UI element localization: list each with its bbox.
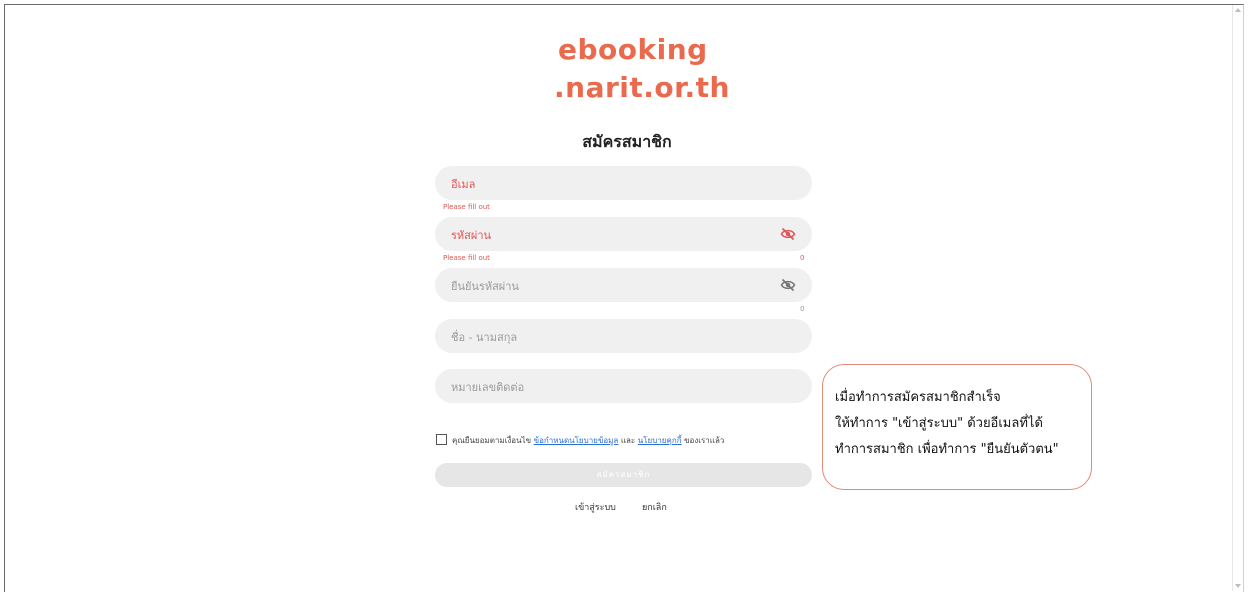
callout-line-2: ให้ทำการ "เข้าสู่ระบบ" ด้วยอีเมลที่ได้ xyxy=(835,416,1043,431)
phone-placeholder: หมายเลขติดต่อ xyxy=(451,381,525,394)
consent-and: และ xyxy=(620,436,636,445)
email-field[interactable]: อีเมล xyxy=(435,166,812,200)
confirm-password-placeholder: ยืนยันรหัสผ่าน xyxy=(451,280,519,293)
callout-line-1: เมื่อทำการสมัครสมาชิกสำเร็จ xyxy=(835,390,1001,405)
eye-off-icon[interactable] xyxy=(780,277,796,293)
consent-text: คุณยืนยอมตามเงื่อนไข ข้อกำหนดนโยบายข้อมู… xyxy=(452,434,724,447)
consent-checkbox[interactable] xyxy=(436,434,447,445)
email-placeholder: อีเมล xyxy=(451,178,476,191)
password-error-message: Please fill out xyxy=(443,254,490,262)
confirm-password-field[interactable]: ยืนยันรหัสผ่าน xyxy=(435,268,812,302)
phone-field[interactable]: หมายเลขติดต่อ xyxy=(435,369,812,403)
consent-suffix: ของเราแล้ว xyxy=(684,436,725,445)
password-length-counter: 0 xyxy=(800,254,805,262)
confirm-password-length-counter: 0 xyxy=(800,305,805,313)
scroll-down-icon[interactable] xyxy=(1235,584,1241,588)
logo-line-2: .narit.or.th xyxy=(554,71,730,104)
page-title: สมัครสมาชิก xyxy=(582,132,672,151)
callout-line-3: ทำการสมาชิก เพื่อทำการ "ยืนยันตัวตน" xyxy=(835,442,1059,457)
register-button[interactable]: สมัครสมาชิก xyxy=(435,463,812,487)
full-name-field[interactable]: ชื่อ - นามสกุล xyxy=(435,319,812,353)
data-policy-link[interactable]: ข้อกำหนดนโยบายข้อมูล xyxy=(534,436,619,445)
vertical-scrollbar[interactable] xyxy=(1232,5,1243,591)
full-name-placeholder: ชื่อ - นามสกุล xyxy=(451,331,518,344)
email-error-message: Please fill out xyxy=(443,203,490,211)
logo-line-1: ebooking xyxy=(558,33,708,66)
login-link[interactable]: เข้าสู่ระบบ xyxy=(575,500,616,514)
cookie-policy-link[interactable]: นโยบายคุกกี้ xyxy=(638,436,682,445)
instruction-callout: เมื่อทำการสมัครสมาชิกสำเร็จ ให้ทำการ "เข… xyxy=(822,364,1092,490)
password-field[interactable]: รหัสผ่าน xyxy=(435,217,812,251)
scroll-up-icon[interactable] xyxy=(1235,8,1241,12)
consent-prefix: คุณยืนยอมตามเงื่อนไข xyxy=(452,436,532,445)
password-placeholder: รหัสผ่าน xyxy=(451,229,492,242)
site-logo: ebooking .narit.or.th xyxy=(548,33,730,104)
cancel-link[interactable]: ยกเลิก xyxy=(642,500,667,514)
eye-off-icon[interactable] xyxy=(780,226,796,242)
